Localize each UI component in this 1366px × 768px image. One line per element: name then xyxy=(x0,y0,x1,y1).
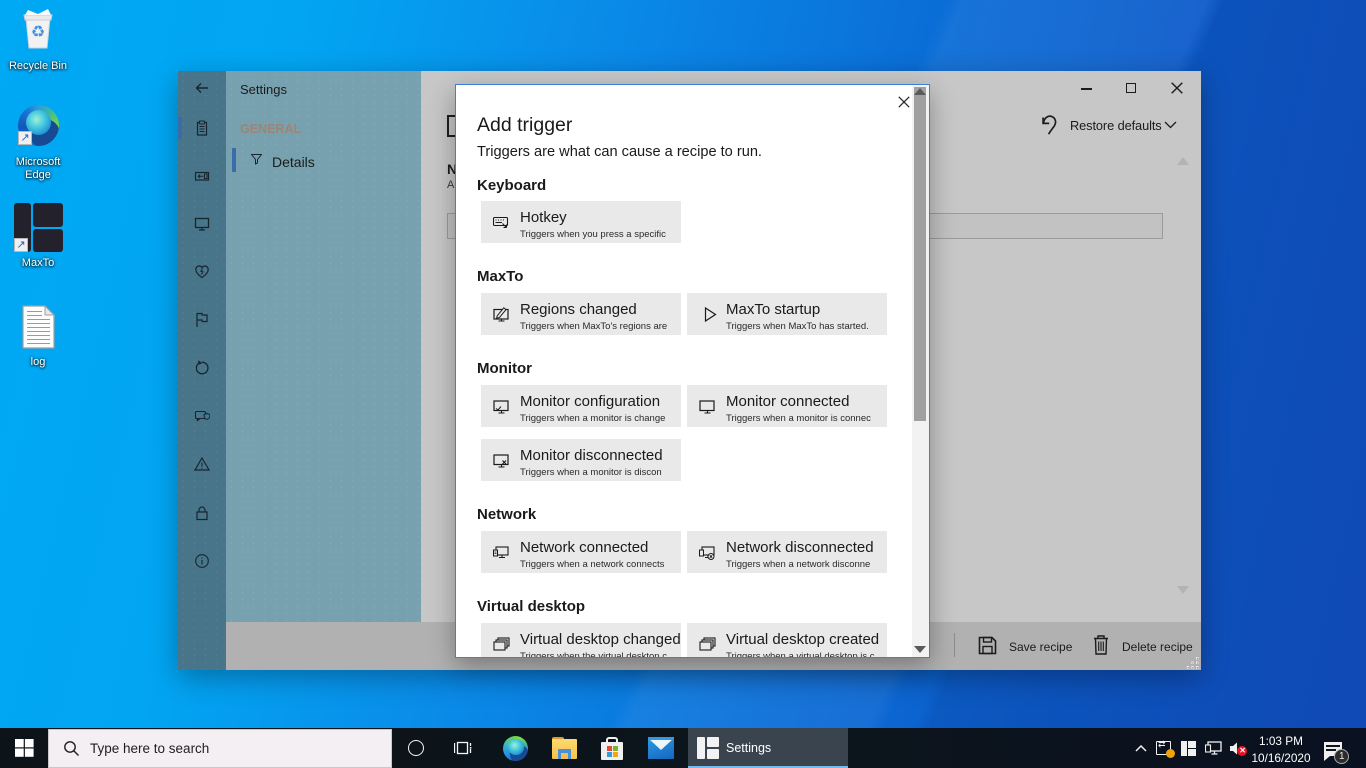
svg-text:♻: ♻ xyxy=(31,24,45,41)
